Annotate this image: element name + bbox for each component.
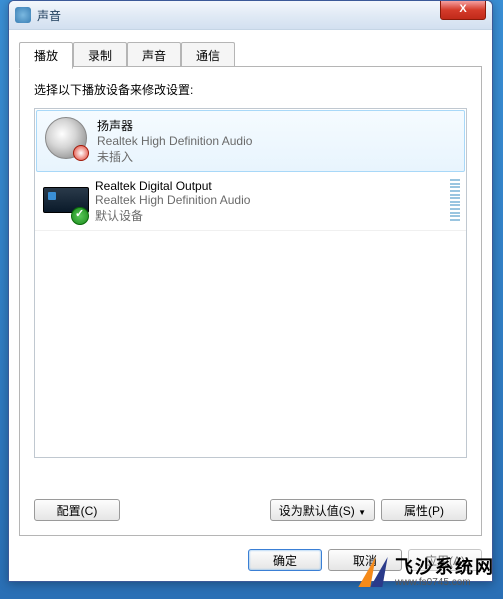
device-item-digital-output[interactable]: Realtek Digital Output Realtek High Defi… xyxy=(35,173,466,231)
device-status: 默认设备 xyxy=(95,207,250,224)
chevron-down-icon: ▼ xyxy=(358,508,366,517)
tab-playback[interactable]: 播放 xyxy=(19,42,73,69)
device-name: Realtek Digital Output xyxy=(95,179,250,193)
watermark-name: 飞沙系统网 xyxy=(395,558,495,578)
ok-button[interactable]: 确定 xyxy=(248,549,322,571)
level-meter-icon xyxy=(450,179,460,221)
watermark-logo-icon xyxy=(355,555,391,591)
watermark-url: www.fs0745.com xyxy=(395,577,495,588)
instruction-text: 选择以下播放设备来修改设置: xyxy=(34,81,467,98)
device-name: 扬声器 xyxy=(97,117,252,134)
tab-content-playback: 选择以下播放设备来修改设置: 扬声器 Realtek High Definiti… xyxy=(19,66,482,536)
set-default-button[interactable]: 设为默认值(S) ▼ xyxy=(270,499,375,521)
sound-app-icon xyxy=(15,7,31,23)
window-title: 声音 xyxy=(37,7,440,24)
configure-button[interactable]: 配置(C) xyxy=(34,499,120,521)
properties-button[interactable]: 属性(P) xyxy=(381,499,467,521)
device-item-speakers[interactable]: 扬声器 Realtek High Definition Audio 未插入 xyxy=(36,110,465,172)
tab-communications[interactable]: 通信 xyxy=(181,42,235,68)
tab-strip: 播放 录制 声音 通信 xyxy=(9,32,492,68)
spdif-icon xyxy=(43,179,87,223)
tab-recording[interactable]: 录制 xyxy=(73,42,127,68)
device-list[interactable]: 扬声器 Realtek High Definition Audio 未插入 Re… xyxy=(34,108,467,458)
close-button[interactable]: X xyxy=(440,0,486,20)
device-text: Realtek Digital Output Realtek High Defi… xyxy=(95,179,250,224)
default-check-icon xyxy=(71,207,89,225)
titlebar[interactable]: 声音 X xyxy=(9,1,492,30)
sound-dialog: 声音 X 播放 录制 声音 通信 选择以下播放设备来修改设置: 扬声器 Real… xyxy=(8,0,493,582)
device-button-row: 配置(C) 设为默认值(S) ▼ 属性(P) xyxy=(34,499,467,521)
device-text: 扬声器 Realtek High Definition Audio 未插入 xyxy=(97,117,252,165)
speaker-icon xyxy=(45,117,89,161)
watermark: 飞沙系统网 www.fs0745.com xyxy=(355,555,495,591)
device-driver: Realtek High Definition Audio xyxy=(97,134,252,148)
device-status: 未插入 xyxy=(97,148,252,165)
tab-sounds[interactable]: 声音 xyxy=(127,42,181,68)
device-driver: Realtek High Definition Audio xyxy=(95,193,250,207)
